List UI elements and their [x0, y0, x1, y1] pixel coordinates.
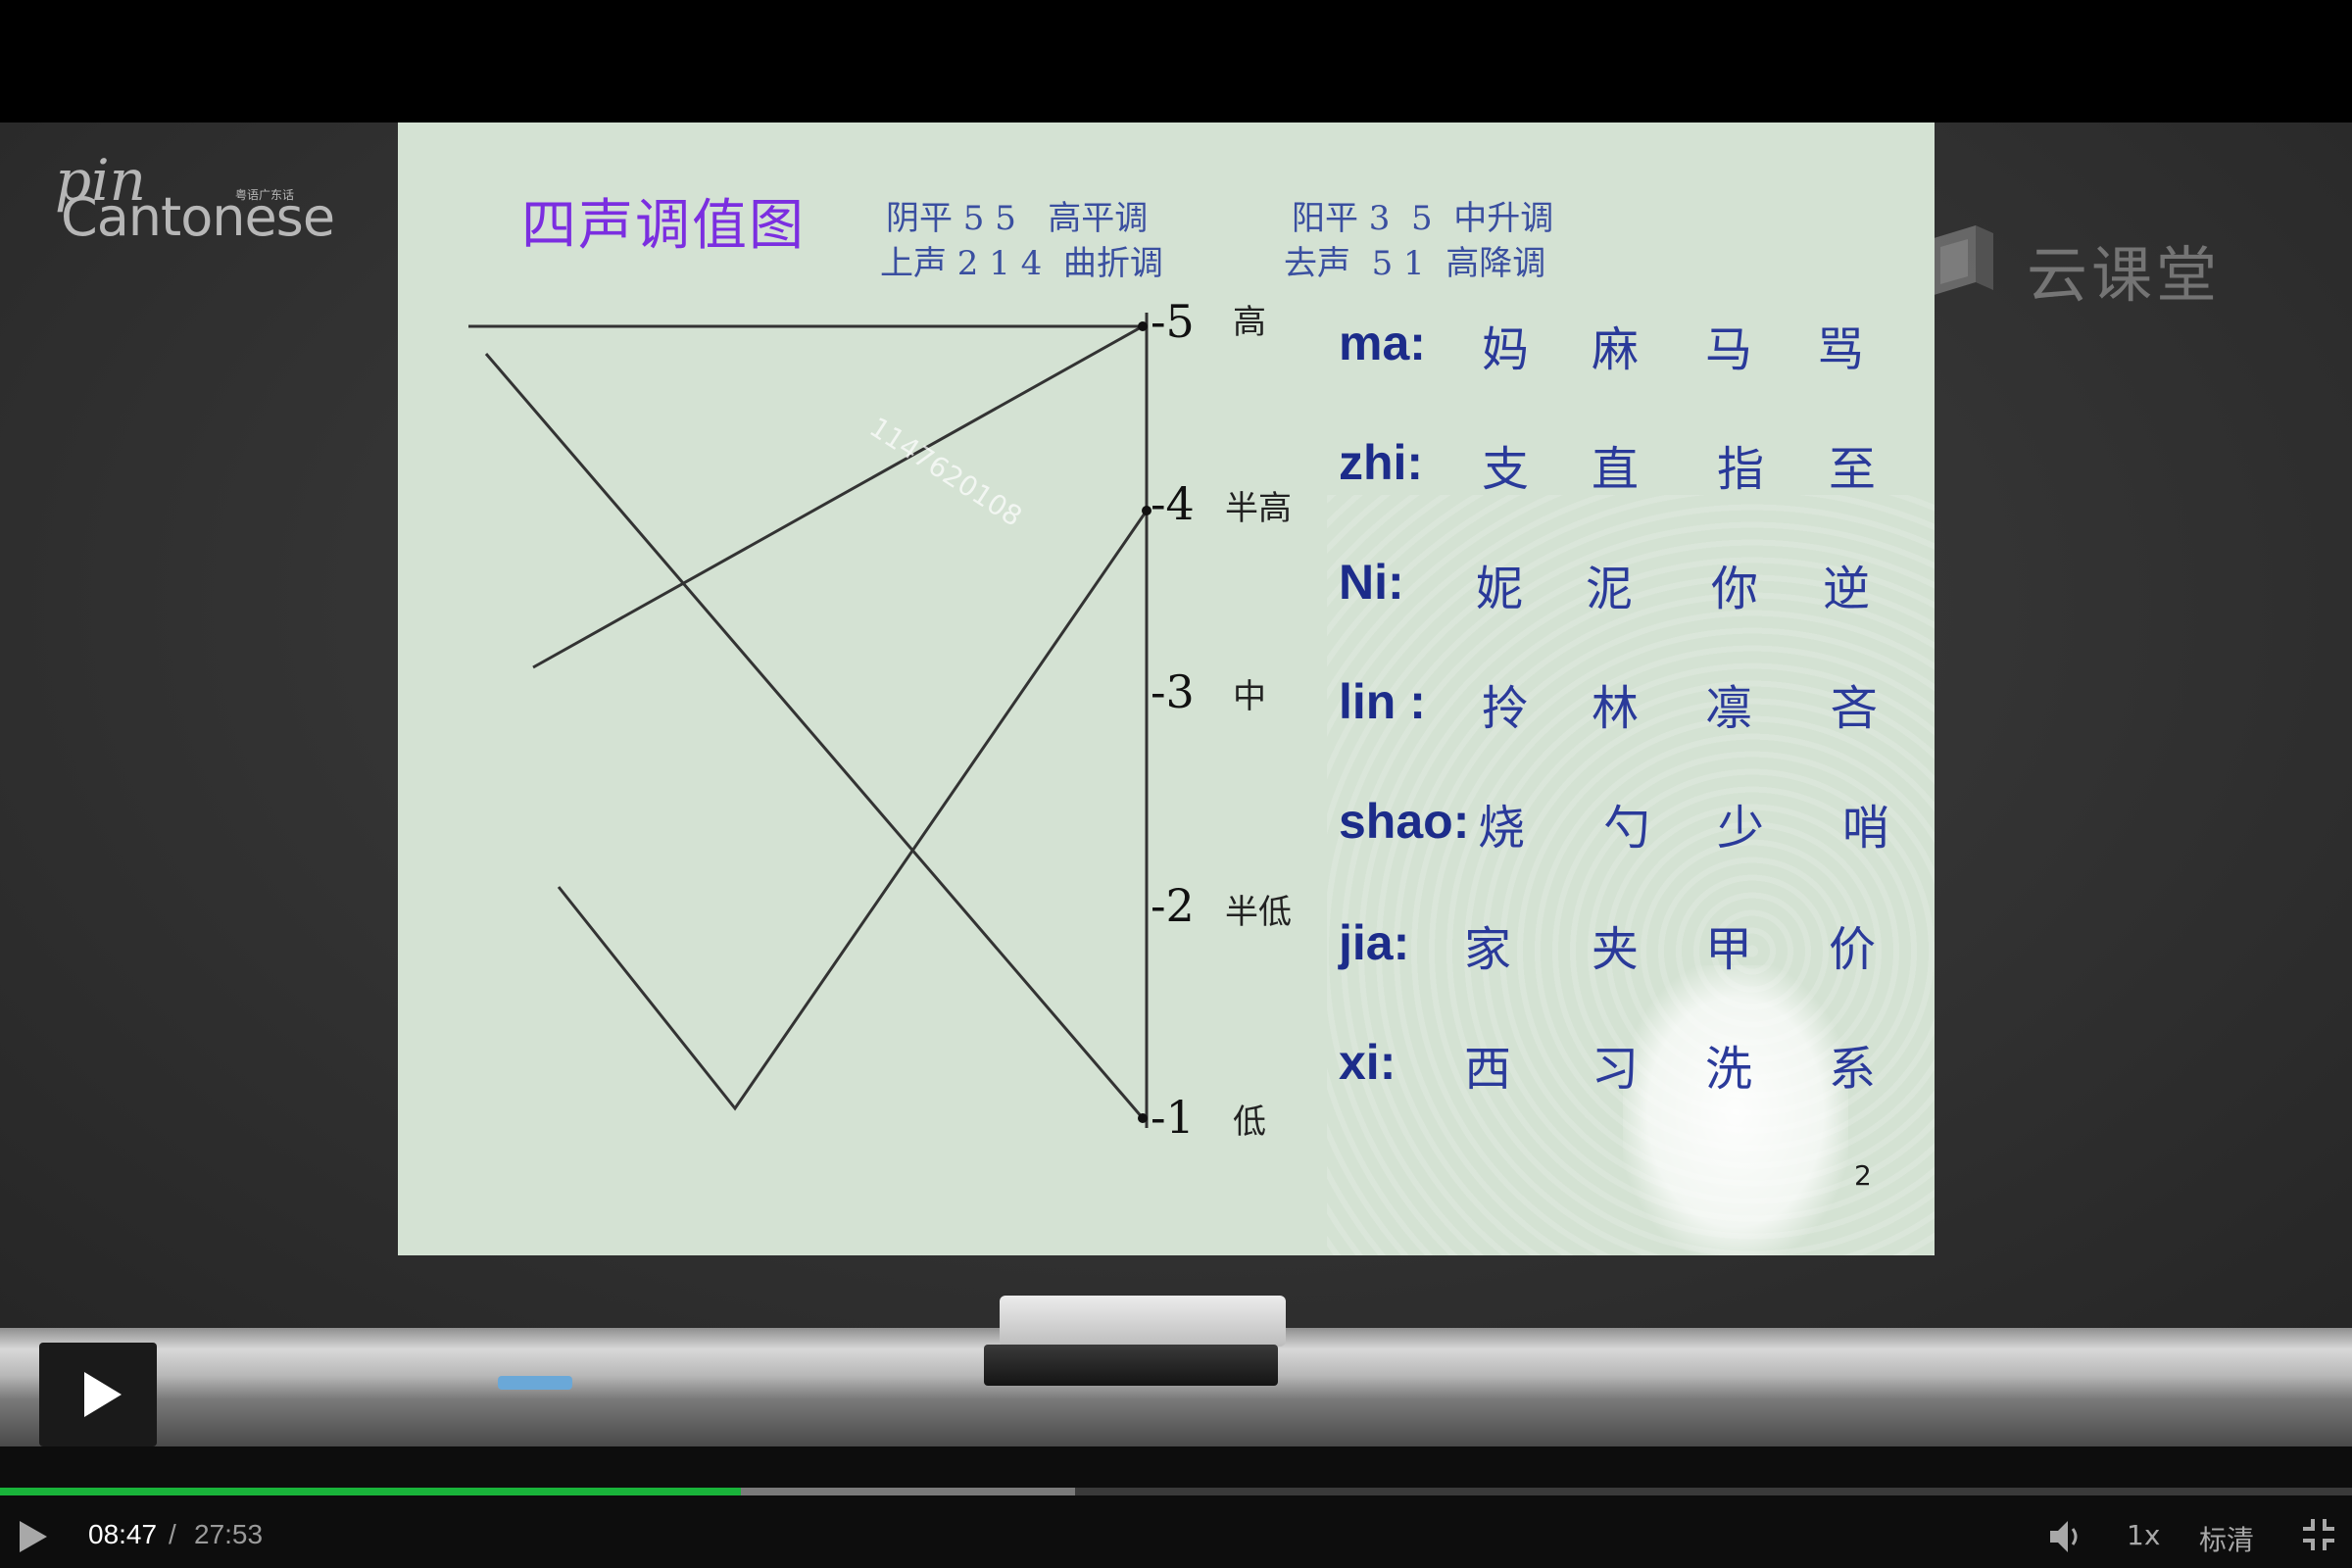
fullscreen-button[interactable]	[2299, 1515, 2338, 1554]
row-char: 少	[1717, 801, 1765, 856]
row-char: 甲	[1705, 922, 1753, 977]
tone-line-qusheng	[484, 353, 1145, 1119]
row-syllable: zhi:	[1339, 435, 1424, 490]
row-char: 拎	[1482, 681, 1530, 736]
row-char: 逆	[1823, 562, 1871, 616]
row-char: 价	[1829, 922, 1877, 977]
cloud-classroom-icon	[1931, 225, 1993, 296]
presentation-slide: 四声调值图 阴平 5 5 高平调 阳平 3 5 中升调 上声 2 1 4 曲折调…	[398, 122, 1935, 1255]
scale-label-1: -1	[1151, 1091, 1195, 1144]
quality-button[interactable]: 标清	[2199, 1519, 2254, 1558]
scale-label-5: -5	[1151, 295, 1195, 348]
watermark-text: 云课堂	[2027, 239, 2222, 311]
scale-label-3: -3	[1151, 665, 1195, 718]
row-char: 林	[1592, 681, 1640, 736]
row-char: 习	[1592, 1042, 1640, 1097]
play-pause-button[interactable]	[14, 1515, 53, 1558]
scale-name-3: 中	[1233, 677, 1266, 716]
progress-bar[interactable]	[0, 1488, 2352, 1495]
current-time: 08:47	[88, 1519, 158, 1549]
row-syllable: xi:	[1339, 1035, 1396, 1090]
row-char: 泥	[1586, 562, 1634, 616]
row-char: 凛	[1705, 681, 1753, 736]
row-char: 妈	[1482, 322, 1530, 377]
row-syllable: jia:	[1339, 915, 1410, 970]
scale-label-4: -4	[1151, 477, 1195, 530]
row-syllable: shao:	[1339, 794, 1470, 849]
scale-name-5: 高	[1233, 303, 1266, 342]
row-char: 骂	[1817, 322, 1865, 377]
row-char: 家	[1464, 922, 1512, 977]
eraser-felt	[1000, 1296, 1286, 1347]
channel-logo: pin Cantonese 粤语广东话	[51, 147, 335, 248]
scale-name-4: 半高	[1225, 489, 1292, 528]
scale-label-2: -2	[1151, 879, 1195, 932]
progress-played	[0, 1488, 741, 1495]
row-char: 吝	[1831, 681, 1879, 736]
slide-page-number: 2	[1854, 1159, 1872, 1192]
player-control-bar: 08:47 / 27:53 1x 标清	[0, 1446, 2352, 1568]
scale-name-1: 低	[1233, 1102, 1266, 1142]
row-char: 西	[1464, 1042, 1512, 1097]
row-char: 妮	[1476, 562, 1524, 616]
row-char: 洗	[1705, 1042, 1753, 1097]
video-frame[interactable]: pin Cantonese 粤语广东话 云课堂 四声调值图 阴平 5 5 高平调…	[0, 0, 2352, 1446]
playback-speed-button[interactable]: 1x	[2127, 1519, 2160, 1551]
row-char: 支	[1482, 442, 1530, 497]
chalk-piece	[498, 1376, 572, 1390]
row-char: 马	[1705, 322, 1753, 377]
row-char: 直	[1592, 442, 1640, 497]
speaker-icon	[2050, 1521, 2068, 1552]
play-icon	[84, 1372, 122, 1417]
row-char: 麻	[1592, 322, 1640, 377]
platform-watermark: 云课堂	[1923, 216, 2236, 311]
logo-subtitle: 粤语广东话	[235, 188, 295, 202]
scale-name-2: 半低	[1225, 893, 1292, 932]
row-char: 烧	[1478, 801, 1526, 856]
row-char: 指	[1717, 442, 1765, 497]
tone-point-5	[1138, 321, 1148, 331]
row-char: 你	[1711, 562, 1759, 616]
volume-button[interactable]	[2046, 1515, 2085, 1558]
tone-point-1	[1138, 1113, 1148, 1123]
eraser-base	[984, 1345, 1278, 1386]
tone-line-yangping	[532, 324, 1144, 669]
row-char: 夹	[1592, 922, 1640, 977]
row-syllable: ma:	[1339, 316, 1426, 370]
play-icon	[20, 1521, 47, 1552]
row-syllable: Ni:	[1339, 555, 1404, 610]
time-separator: /	[169, 1519, 176, 1549]
row-char: 勺	[1603, 801, 1651, 856]
total-time: 27:53	[194, 1519, 264, 1549]
big-play-button[interactable]	[39, 1343, 157, 1446]
row-char: 哨	[1842, 801, 1890, 856]
row-char: 系	[1829, 1042, 1877, 1097]
row-syllable: lin :	[1339, 674, 1426, 729]
row-char: 至	[1829, 442, 1877, 497]
exit-fullscreen-icon	[2303, 1519, 2334, 1550]
